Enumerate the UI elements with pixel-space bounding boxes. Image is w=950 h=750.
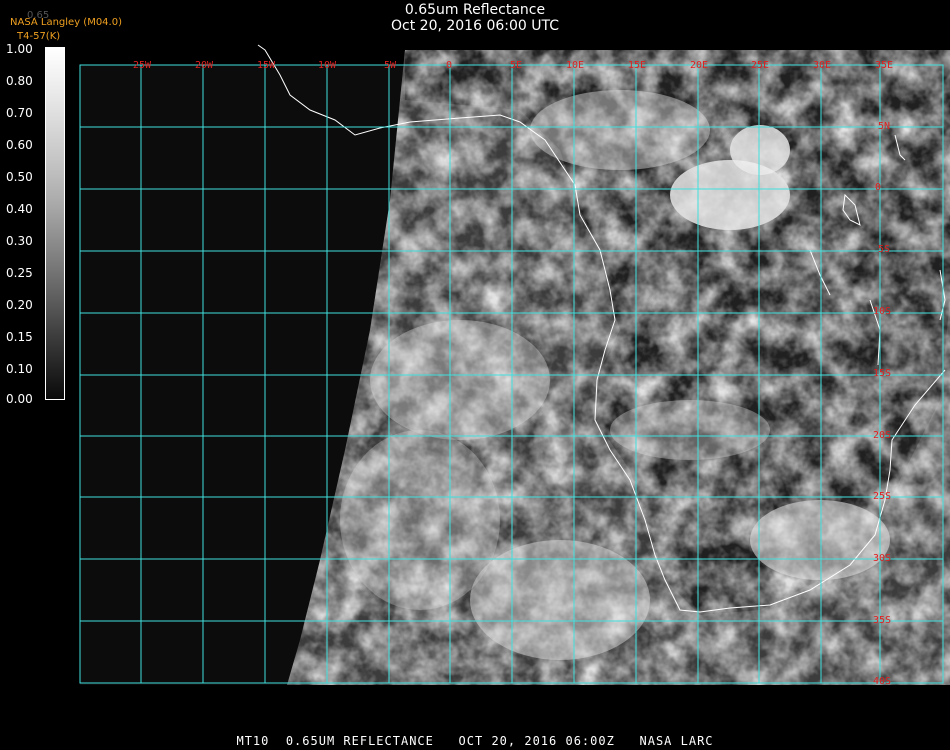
colorbar-tick: 0.25 <box>6 266 33 280</box>
footer-caption: MT10 0.65UM REFLECTANCE OCT 20, 2016 06:… <box>236 734 714 748</box>
colorbar-tick: 0.60 <box>6 138 33 152</box>
colorbar-tick: 1.00 <box>6 42 33 56</box>
map-timestamp: Oct 20, 2016 06:00 UTC <box>391 18 559 34</box>
lon-label: 0 <box>446 60 453 71</box>
colorbar-tick: 0.70 <box>6 106 33 120</box>
lon-label: 10W <box>318 60 337 71</box>
colorbar-tick: 0.80 <box>6 74 33 88</box>
map-title: 0.65um Reflectance <box>404 2 546 18</box>
lon-label: 25W <box>133 60 152 71</box>
lon-label: 30E <box>813 60 832 71</box>
lat-label: 5N <box>878 121 891 132</box>
colorbar-tick: 0.50 <box>6 170 33 184</box>
lat-label: 25S <box>873 491 892 502</box>
satellite-map <box>79 44 950 685</box>
lon-label: 15W <box>257 60 276 71</box>
lon-label: 10E <box>566 60 585 71</box>
lon-label: 15E <box>628 60 647 71</box>
lat-label: 30S <box>873 553 892 564</box>
lat-label: 5S <box>878 244 891 255</box>
colorbar <box>45 47 65 400</box>
credit-text: NASA Langley (M04.0) <box>10 17 122 28</box>
lon-label: 20E <box>690 60 709 71</box>
lon-label: 20W <box>195 60 214 71</box>
lon-label: 25E <box>751 60 770 71</box>
lon-label: 35E <box>875 60 894 71</box>
lat-label: 20S <box>873 430 892 441</box>
lat-label: 0 <box>875 182 882 193</box>
colorbar-tick: 0.30 <box>6 234 33 248</box>
lat-label: 10S <box>873 306 892 317</box>
lat-label: 35S <box>873 615 892 626</box>
colorbar-tick: 0.10 <box>6 362 33 376</box>
lat-label: 15S <box>873 368 892 379</box>
colorbar-tick: 0.15 <box>6 330 33 344</box>
colorbar-tick: 0.00 <box>6 392 33 406</box>
colorbar-tick: 0.20 <box>6 298 33 312</box>
lat-label: 40S <box>873 676 892 687</box>
lon-label: 5E <box>510 60 523 71</box>
colorbar-tick: 0.40 <box>6 202 33 216</box>
lon-label: 5W <box>384 60 397 71</box>
credit-subtext: T4-57(K) <box>17 31 61 42</box>
